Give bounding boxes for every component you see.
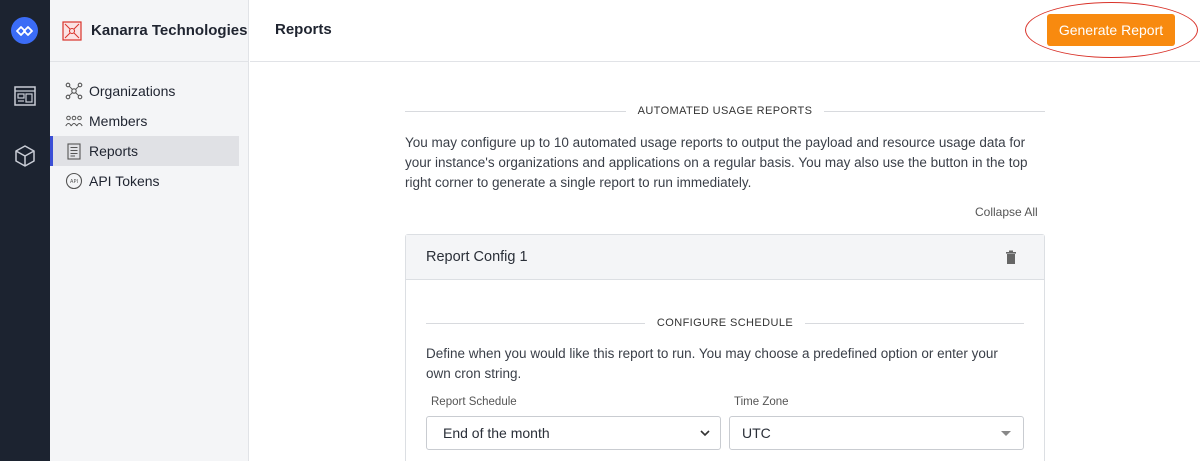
reports-icon — [65, 142, 83, 160]
page-title: Reports — [275, 21, 332, 38]
caret-down-icon — [999, 426, 1013, 440]
section-description: You may configure up to 10 automated usa… — [405, 135, 1028, 190]
chevron-down-icon — [698, 426, 712, 440]
sidebar-item-label: Organizations — [89, 83, 176, 99]
main-content: AUTOMATED USAGE REPORTS You may configur… — [250, 63, 1200, 461]
svg-text:API: API — [70, 179, 78, 185]
app-logo-icon[interactable] — [11, 17, 38, 44]
api-tokens-icon: API — [65, 172, 83, 190]
sidebar-item-members[interactable]: Members — [50, 106, 248, 136]
report-schedule-value: End of the month — [443, 425, 550, 441]
report-schedule-label: Report Schedule — [431, 396, 517, 408]
org-name: Kanarra Technologies — [91, 22, 248, 39]
report-config-title: Report Config 1 — [426, 249, 528, 265]
collapse-all-link[interactable]: Collapse All — [975, 205, 1038, 219]
org-logo-icon — [62, 20, 82, 41]
schedule-section-title: CONFIGURE SCHEDULE — [656, 317, 794, 329]
schedule-description: Define when you would like this report t… — [426, 346, 998, 381]
time-zone-select[interactable]: UTC — [729, 416, 1024, 450]
sidebar-item-organizations[interactable]: Organizations — [50, 76, 248, 106]
report-config-card: Report Config 1 CONFIGURE SCHEDULE Defin… — [405, 234, 1045, 461]
sidebar-nav: Organizations Members Reports API API To… — [50, 62, 248, 196]
time-zone-label: Time Zone — [734, 396, 789, 408]
generate-report-button[interactable]: Generate Report — [1047, 14, 1175, 46]
sidebar: Kanarra Technologies Organizations Membe… — [50, 0, 249, 461]
sidebar-item-label: API Tokens — [89, 173, 160, 189]
org-header[interactable]: Kanarra Technologies — [50, 0, 248, 62]
section-title: AUTOMATED USAGE REPORTS — [637, 105, 813, 117]
trash-icon[interactable] — [1004, 250, 1018, 266]
section-heading-configure-schedule: CONFIGURE SCHEDULE — [426, 317, 1025, 329]
dashboard-icon[interactable] — [13, 84, 37, 108]
sidebar-item-label: Members — [89, 113, 148, 129]
sidebar-item-label: Reports — [89, 143, 139, 159]
package-cube-icon[interactable] — [13, 144, 37, 168]
sidebar-item-api-tokens[interactable]: API API Tokens — [50, 166, 248, 196]
report-config-header[interactable]: Report Config 1 — [406, 235, 1044, 280]
top-bar: Reports Generate Report — [250, 0, 1200, 62]
app-rail — [0, 0, 50, 461]
organizations-icon — [65, 82, 83, 100]
section-heading-automated-reports: AUTOMATED USAGE REPORTS — [405, 105, 1045, 117]
members-icon — [65, 112, 83, 130]
report-schedule-select[interactable]: End of the month — [426, 416, 721, 450]
sidebar-item-reports[interactable]: Reports — [50, 136, 239, 166]
time-zone-value: UTC — [742, 425, 771, 441]
